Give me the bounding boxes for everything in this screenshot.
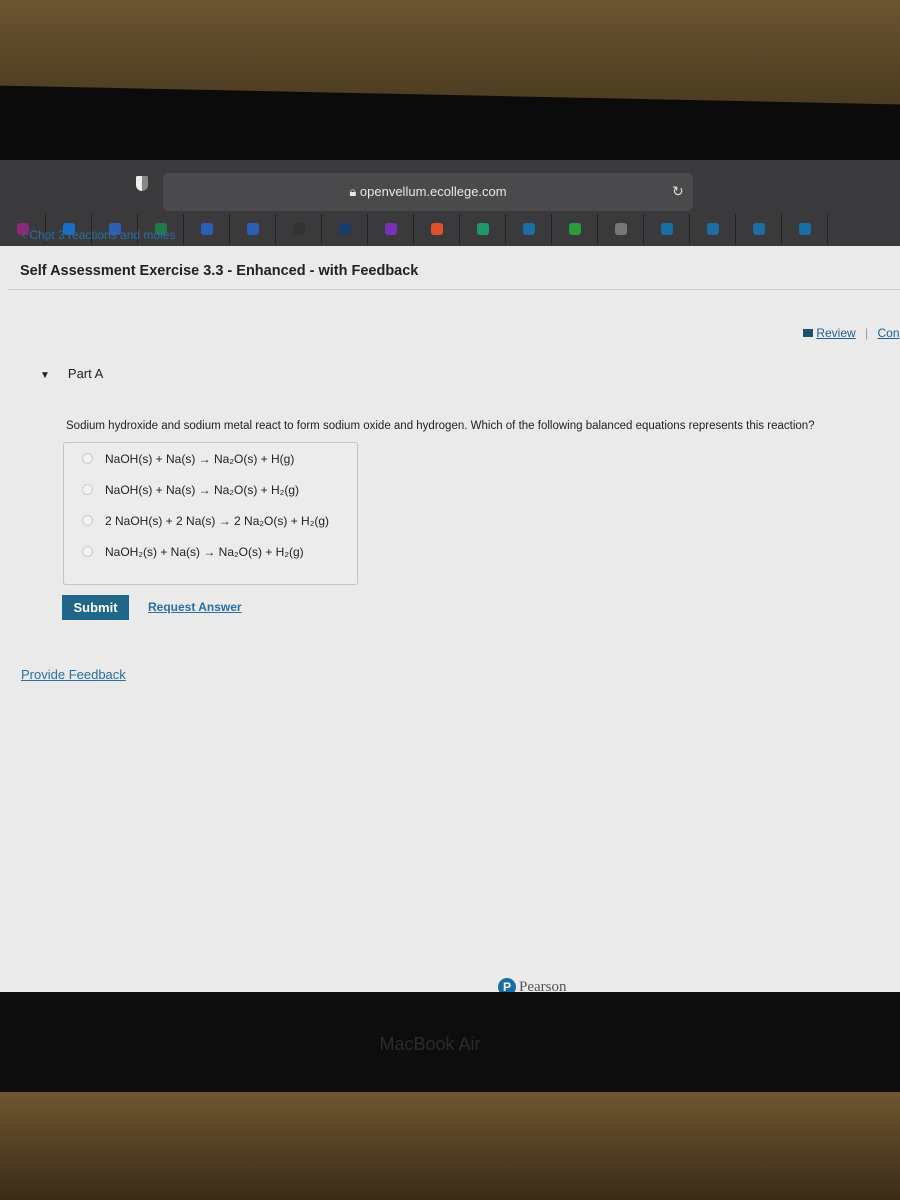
bookmark[interactable] bbox=[368, 214, 414, 244]
submit-button[interactable]: Submit bbox=[62, 595, 129, 620]
radio-button[interactable] bbox=[82, 453, 93, 464]
option-label: NaOH(s) + Na(s) → Na₂O(s) + H₂(g) bbox=[105, 482, 299, 497]
part-label: Part A bbox=[67, 366, 104, 381]
bookmark[interactable] bbox=[230, 214, 276, 244]
bookmark[interactable] bbox=[736, 214, 782, 244]
bookmark[interactable] bbox=[598, 214, 644, 244]
answer-options: NaOH(s) + Na(s) → Na₂O(s) + H(g) NaOH(s)… bbox=[63, 442, 358, 585]
request-answer-link[interactable]: Request Answer bbox=[148, 600, 242, 614]
pearson-icon bbox=[706, 223, 719, 235]
privacy-shield-icon[interactable] bbox=[136, 176, 148, 191]
pearson-icon bbox=[798, 223, 811, 235]
bookmark[interactable] bbox=[460, 214, 506, 244]
continue-link[interactable]: Con bbox=[878, 326, 900, 340]
breadcrumb[interactable]: ‹ Chpt 3 reactions and moles bbox=[22, 228, 175, 242]
grey-box-icon bbox=[614, 223, 627, 235]
option-label: NaOH₂(s) + Na(s) → Na₂O(s) + H₂(g) bbox=[105, 544, 304, 559]
laptop-bezel-bottom: MacBook Air bbox=[0, 992, 900, 1092]
bookmark[interactable] bbox=[506, 214, 552, 244]
url-text: openvellum.ecollege.com bbox=[359, 184, 507, 199]
bookmark-red-icon bbox=[430, 223, 443, 235]
option-1[interactable]: NaOH(s) + Na(s) → Na₂O(s) + H(g) bbox=[64, 443, 357, 474]
bookmark[interactable] bbox=[552, 214, 598, 244]
review-icon bbox=[803, 329, 813, 337]
page-title: Self Assessment Exercise 3.3 - Enhanced … bbox=[20, 263, 419, 279]
device-label: MacBook Air bbox=[379, 1034, 481, 1054]
lu-icon bbox=[292, 223, 305, 235]
pearson-icon bbox=[522, 223, 535, 235]
pearson-icon bbox=[752, 223, 765, 235]
review-link[interactable]: Review bbox=[816, 326, 855, 340]
option-label: 2 NaOH(s) + 2 Na(s) → 2 Na₂O(s) + H₂(g) bbox=[105, 513, 330, 528]
pearson-icon bbox=[660, 223, 673, 235]
radio-button[interactable] bbox=[82, 515, 93, 526]
option-label: NaOH(s) + Na(s) → Na₂O(s) + H(g) bbox=[105, 451, 295, 466]
bookmark[interactable] bbox=[322, 214, 368, 244]
radio-button[interactable] bbox=[82, 546, 93, 557]
question-text: Sodium hydroxide and sodium metal react … bbox=[66, 420, 815, 432]
part-a-header[interactable]: ▼ Part A bbox=[40, 366, 103, 381]
divider bbox=[8, 289, 900, 290]
bookmark[interactable] bbox=[644, 214, 690, 244]
keyboard-area bbox=[0, 1092, 900, 1200]
separator: | bbox=[865, 326, 869, 340]
word-icon bbox=[246, 223, 259, 235]
option-2[interactable]: NaOH(s) + Na(s) → Na₂O(s) + H₂(g) bbox=[64, 474, 357, 505]
option-3[interactable]: 2 NaOH(s) + 2 Na(s) → 2 Na₂O(s) + H₂(g) bbox=[64, 505, 357, 536]
bookmark[interactable] bbox=[414, 214, 460, 244]
bookmark[interactable] bbox=[184, 214, 230, 244]
word-icon bbox=[200, 223, 213, 235]
page-content: ‹ Chpt 3 reactions and moles Self Assess… bbox=[0, 228, 900, 996]
address-bar[interactable]: 🔒︎ openvellum.ecollege.com bbox=[163, 173, 693, 211]
radio-button[interactable] bbox=[82, 484, 93, 495]
provide-feedback-link[interactable]: Provide Feedback bbox=[21, 667, 126, 682]
lock-icon: 🔒︎ bbox=[349, 184, 360, 199]
bookmark[interactable] bbox=[276, 214, 322, 244]
shield-green-icon bbox=[476, 223, 489, 235]
plus-green-icon bbox=[568, 223, 581, 235]
option-4[interactable]: NaOH₂(s) + Na(s) → Na₂O(s) + H₂(g) bbox=[64, 536, 357, 567]
reload-icon[interactable]: ↻ bbox=[672, 183, 684, 200]
bookmark[interactable] bbox=[690, 214, 736, 244]
collapse-triangle-icon[interactable]: ▼ bbox=[40, 370, 50, 381]
bookmark[interactable] bbox=[782, 214, 828, 244]
w-icon bbox=[384, 223, 397, 235]
review-links: Review | Con bbox=[803, 326, 900, 340]
feather-icon bbox=[338, 223, 351, 235]
